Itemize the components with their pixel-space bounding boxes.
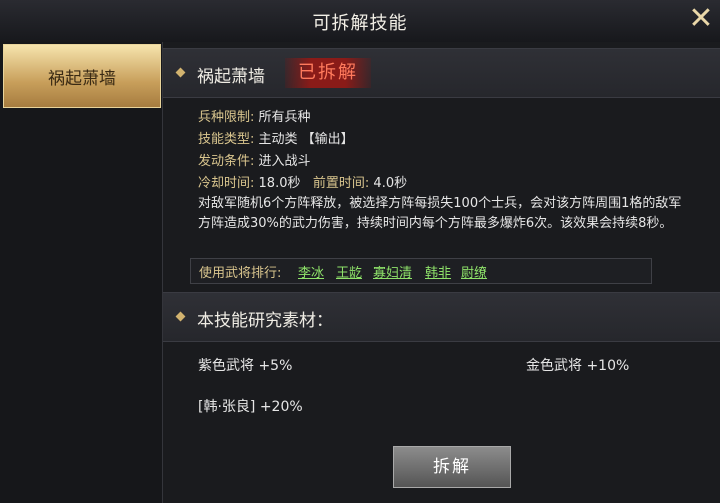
window-title: 可拆解技能 [312, 13, 408, 34]
troop-value: 所有兵种 [258, 110, 311, 125]
general-link[interactable]: 韩非 [425, 262, 451, 281]
skill-name: 祸起萧墙 [197, 67, 265, 87]
troop-row: 兵种限制: 所有兵种 [198, 106, 311, 125]
cooldown-row: 冷却时间: 18.0秒 前置时间: 4.0秒 [198, 172, 407, 191]
skill-detail-panel: 祸起萧墙 已拆解 兵种限制: 所有兵种 技能类型: 主动类 【输出】 发动条件:… [163, 42, 720, 503]
diamond-icon [175, 311, 186, 322]
cooldown-value: 18.0秒 [258, 176, 301, 191]
material-gold: 金色武将 +10% [526, 358, 630, 374]
general-link[interactable]: 尉缭 [461, 262, 487, 281]
skill-description: 对敌军随机6个方阵释放，被选择方阵每损失100个士兵，会对该方阵周围1格的敌军方… [198, 196, 682, 231]
title-bar: 可拆解技能 ✕ [0, 0, 720, 43]
general-link[interactable]: 寡妇清 [373, 262, 412, 281]
sidebar: 祸起萧墙 [0, 42, 163, 503]
troop-label: 兵种限制: [198, 110, 255, 125]
status-badge: 已拆解 [285, 58, 371, 88]
material-special: [韩·张良] +20% [198, 399, 303, 415]
disassemble-button[interactable]: 拆解 [393, 446, 511, 488]
type-label: 技能类型: [198, 132, 255, 147]
material-purple: 紫色武将 +5% [198, 358, 293, 374]
trigger-row: 发动条件: 进入战斗 [198, 150, 311, 169]
trigger-label: 发动条件: [198, 154, 255, 169]
materials-title: 本技能研究素材： [197, 311, 333, 331]
precast-label: 前置时间: [312, 176, 370, 191]
trigger-value: 进入战斗 [258, 154, 311, 169]
sidebar-item-skill[interactable]: 祸起萧墙 [3, 44, 161, 108]
type-value: 主动类 【输出】 [258, 132, 354, 147]
ranking-label: 使用武将排行: [199, 266, 282, 281]
type-row: 技能类型: 主动类 【输出】 [198, 128, 354, 147]
precast-value: 4.0秒 [373, 176, 408, 191]
skill-header: 祸起萧墙 已拆解 [163, 48, 720, 98]
materials-header: 本技能研究素材： [163, 292, 720, 342]
cooldown-label: 冷却时间: [198, 176, 255, 191]
general-link[interactable]: 李冰 [298, 262, 324, 281]
diamond-icon [175, 67, 186, 78]
sidebar-item-label: 祸起萧墙 [48, 69, 116, 89]
general-ranking: 使用武将排行: 李冰 王龁 寡妇清 韩非 尉缭 [190, 258, 652, 284]
general-link[interactable]: 王龁 [336, 262, 362, 281]
close-icon[interactable]: ✕ [686, 4, 716, 34]
